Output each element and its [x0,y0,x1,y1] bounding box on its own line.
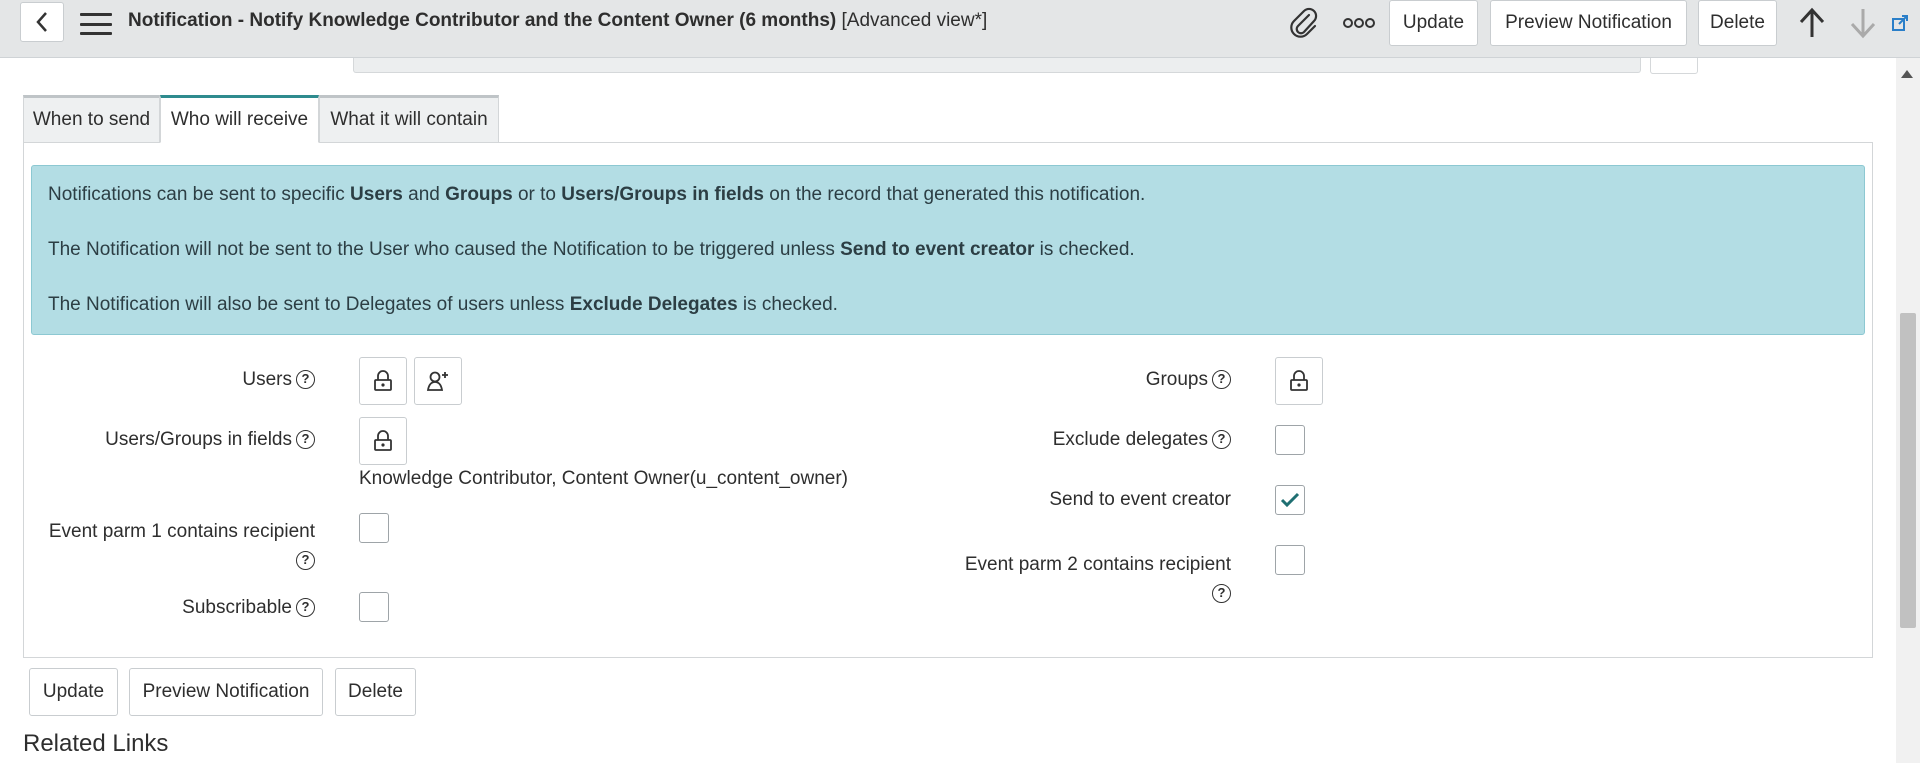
lock-icon [374,370,392,391]
users-groups-in-fields-label: Users/Groups in fields? [105,429,315,451]
event-parm-1-label: Event parm 1 contains recipient? [49,517,315,575]
scroll-up-icon[interactable] [1901,70,1913,78]
paperclip-icon[interactable] [1286,6,1322,40]
info-line-3: The Notification will also be sent to De… [48,294,838,315]
subscribable-checkbox[interactable] [359,592,389,622]
vertical-scrollbar[interactable] [1896,58,1920,763]
checkmark-icon [1280,492,1300,508]
lock-icon [374,430,392,451]
exclude-delegates-label: Exclude delegates? [1053,429,1231,451]
delete-button[interactable]: Delete [1698,0,1777,46]
help-icon[interactable]: ? [296,430,315,450]
users-groups-value: Knowledge Contributor, Content Owner(u_c… [359,468,849,489]
scroll-thumb[interactable] [1900,313,1916,628]
bottom-delete-button[interactable]: Delete [335,668,416,716]
help-icon[interactable]: ? [1212,584,1231,604]
lock-icon [1290,370,1308,391]
tab-when-to-send[interactable]: When to send [23,95,160,143]
send-to-event-creator-label: Send to event creator [1049,489,1231,510]
users-groups-unlock-button[interactable] [359,417,407,465]
more-options-icon[interactable] [1340,6,1378,40]
page-title: Notification - Notify Knowledge Contribu… [128,10,988,31]
bottom-preview-notification-button[interactable]: Preview Notification [129,668,323,716]
users-unlock-button[interactable] [359,357,407,405]
event-parm-2-checkbox[interactable] [1275,545,1305,575]
update-button[interactable]: Update [1389,0,1478,46]
tab-who-will-receive[interactable]: Who will receive [160,95,319,143]
help-icon[interactable]: ? [296,551,315,571]
info-line-2: The Notification will not be sent to the… [48,239,1135,260]
groups-label: Groups? [1146,369,1231,391]
back-button[interactable] [20,2,64,42]
help-icon[interactable]: ? [1212,370,1231,390]
collapsed-section-strip [353,58,1641,73]
chevron-left-icon [36,12,47,32]
preview-notification-button[interactable]: Preview Notification [1490,0,1687,46]
bottom-update-button[interactable]: Update [29,668,118,716]
info-line-1: Notifications can be sent to specific Us… [48,184,1146,205]
groups-unlock-button[interactable] [1275,357,1323,405]
add-me-button[interactable] [414,357,462,405]
menu-icon[interactable] [80,10,112,38]
related-links-heading: Related Links [23,730,169,757]
send-to-event-creator-checkbox[interactable] [1275,485,1305,515]
collapsed-section-button[interactable] [1650,58,1698,74]
tab-what-it-will-contain[interactable]: What it will contain [319,95,499,143]
open-new-window-icon[interactable] [1888,6,1912,40]
subscribable-label: Subscribable? [182,597,315,619]
help-icon[interactable]: ? [296,598,315,618]
event-parm-2-label: Event parm 2 contains recipient? [965,550,1231,608]
exclude-delegates-checkbox[interactable] [1275,425,1305,455]
form-header: Notification - Notify Knowledge Contribu… [0,0,1920,58]
add-user-icon [426,371,448,391]
event-parm-1-checkbox[interactable] [359,513,389,543]
help-icon[interactable]: ? [296,370,315,390]
info-message: Notifications can be sent to specific Us… [31,165,1865,335]
users-label: Users? [242,369,315,391]
arrow-down-icon[interactable] [1846,6,1880,40]
arrow-up-icon[interactable] [1795,6,1829,40]
help-icon[interactable]: ? [1212,430,1231,450]
